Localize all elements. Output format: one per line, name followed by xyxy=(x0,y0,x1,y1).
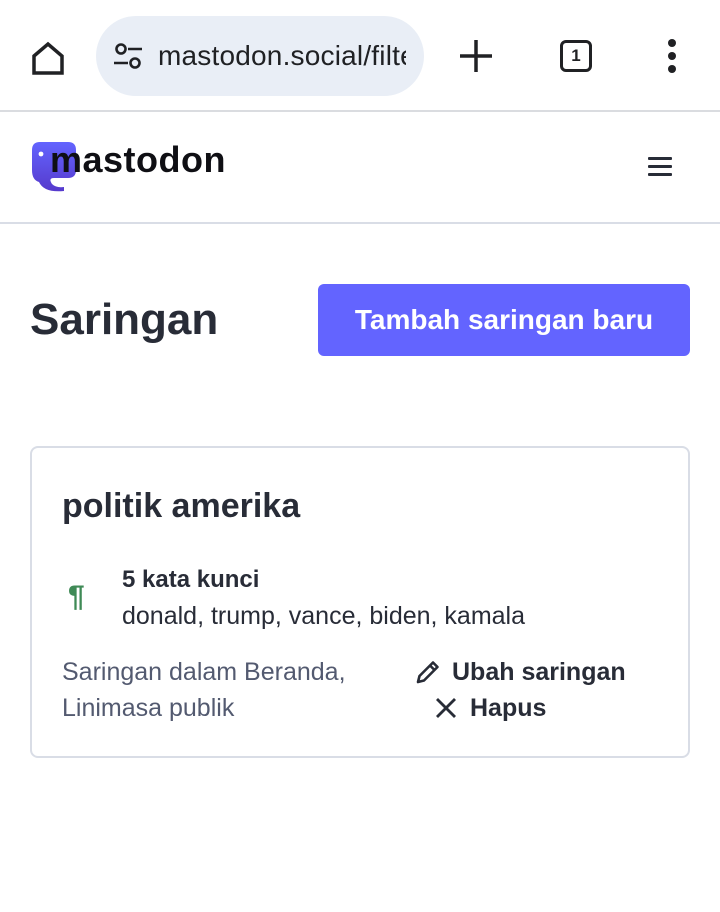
pencil-icon xyxy=(416,661,439,684)
new-tab-button[interactable] xyxy=(452,32,500,80)
tab-switcher-icon: 1 xyxy=(560,40,592,72)
mastodon-wordmark: mastodon xyxy=(50,139,227,180)
delete-filter-link[interactable]: Hapus xyxy=(434,690,546,726)
pilcrow-icon: ¶ xyxy=(68,580,85,613)
home-button[interactable] xyxy=(24,34,72,82)
more-vert-icon xyxy=(668,39,676,73)
tab-count: 1 xyxy=(571,46,581,65)
page-title: Saringan xyxy=(30,295,219,344)
delete-filter-label: Hapus xyxy=(470,693,547,722)
mastodon-logo[interactable]: mastodon xyxy=(30,140,226,192)
tab-switcher-button[interactable]: 1 xyxy=(552,32,600,80)
url-text[interactable]: mastodon.social/filters xyxy=(158,40,406,72)
browser-toolbar: mastodon.social/filters 1 xyxy=(0,0,720,112)
address-bar[interactable]: mastodon.social/filters xyxy=(96,16,424,96)
filter-context: Saringan dalam Beranda, Linimasa publik xyxy=(62,658,346,722)
edit-filter-label: Ubah saringan xyxy=(452,657,626,686)
plus-icon xyxy=(460,40,492,72)
keyword-count: 5 kata kunci xyxy=(122,566,260,593)
filter-title: politik amerika xyxy=(62,487,301,525)
edit-filter-link[interactable]: Ubah saringan xyxy=(414,654,626,690)
add-filter-button[interactable]: Tambah saringan baru xyxy=(318,284,690,356)
browser-menu-button[interactable] xyxy=(648,32,696,80)
filter-card: politik amerika ¶ 5 kata kunci donald, t… xyxy=(30,446,690,758)
tune-icon[interactable] xyxy=(110,38,146,74)
hamburger-icon[interactable] xyxy=(640,152,680,180)
keyword-list: donald, trump, vance, biden, kamala xyxy=(122,602,526,630)
home-icon xyxy=(32,41,64,75)
site-header: mastodon xyxy=(0,112,720,224)
close-icon xyxy=(436,698,456,718)
